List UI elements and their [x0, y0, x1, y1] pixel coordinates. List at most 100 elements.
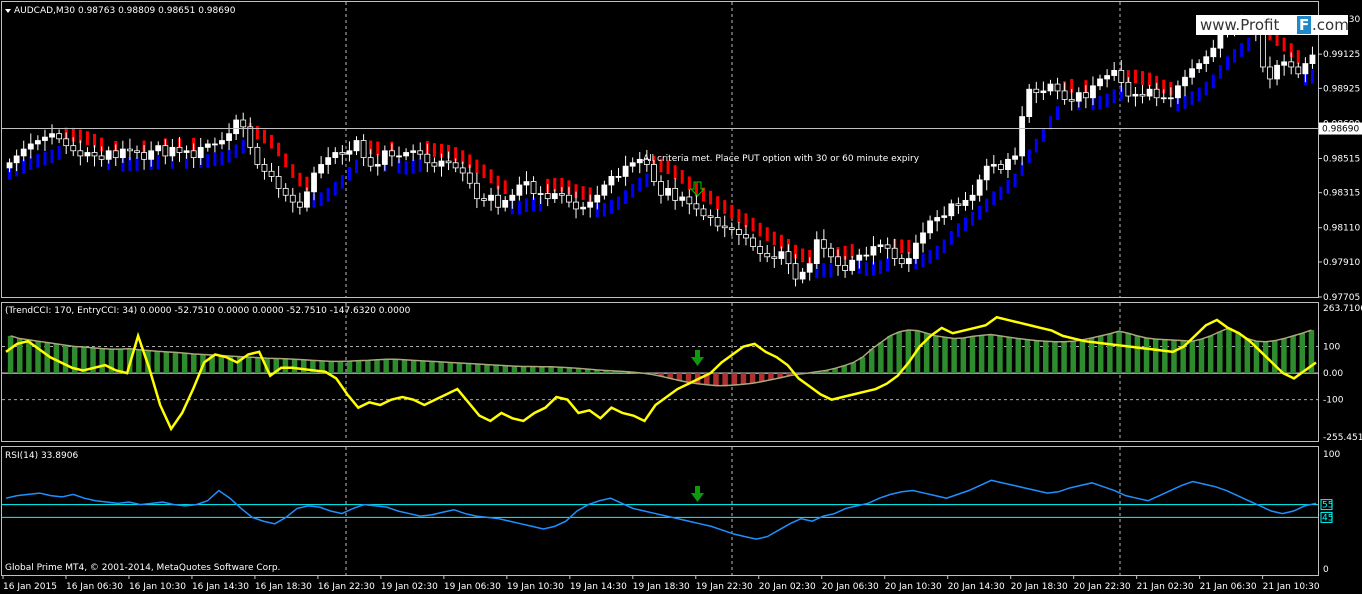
trend-band-bar — [709, 190, 713, 205]
candle-body — [289, 194, 296, 203]
trend-band-bar — [291, 164, 295, 178]
candle-body — [1302, 63, 1309, 75]
candle-body — [233, 119, 240, 135]
trend-band-bar — [22, 159, 26, 174]
candle-body — [820, 239, 827, 249]
trend-band-bar — [886, 257, 890, 272]
candle-body — [849, 259, 856, 271]
trend-band-bar — [43, 151, 47, 166]
candle-body — [339, 152, 346, 155]
candle-body — [240, 119, 247, 128]
candle-body — [558, 193, 565, 196]
trend-band-bar — [1006, 179, 1010, 194]
candle-body — [806, 263, 813, 273]
time-tick-label: 20 Jan 02:30 — [759, 582, 816, 592]
candle-body — [27, 143, 34, 150]
candle-body — [13, 155, 20, 164]
last-price-label: 0.98690 — [1322, 125, 1359, 135]
candle-body — [70, 145, 77, 152]
candle-body — [211, 143, 218, 146]
candle-body — [268, 170, 275, 177]
candle-body — [254, 146, 261, 165]
candle-body — [1104, 75, 1111, 80]
trend-band-bar — [1310, 69, 1314, 84]
candle-body — [374, 164, 381, 167]
candle-body — [651, 164, 657, 182]
trend-band-bar — [489, 169, 493, 184]
candle-body — [573, 201, 579, 210]
symbol-header: AUDCAD,M30 0.98763 0.98809 0.98651 0.986… — [14, 6, 236, 16]
candle-body — [990, 164, 997, 167]
trend-band-bar — [270, 134, 274, 149]
trend-band-bar — [1218, 65, 1222, 79]
time-tick-label: 20 Jan 10:30 — [885, 582, 942, 592]
trend-band-bar — [234, 144, 238, 159]
cci-tick-label: -255.4512 — [1323, 433, 1362, 443]
candle-body — [1118, 70, 1125, 83]
trend-band-bar — [928, 249, 932, 264]
trade-annotation: All criteria met. Place PUT option with … — [643, 154, 920, 164]
candle-body — [856, 254, 863, 261]
candle-body — [77, 150, 84, 157]
price-tick-label: 0.97705 — [1323, 293, 1360, 303]
candle-body — [1061, 90, 1068, 100]
candle-body — [863, 254, 870, 257]
candle-body — [1259, 32, 1266, 68]
time-tick-label: 19 Jan 06:30 — [444, 582, 501, 592]
candle-body — [799, 271, 806, 280]
candle-body — [948, 203, 955, 217]
candle-body — [134, 150, 140, 153]
time-tick-label: 21 Jan 10:30 — [1263, 582, 1320, 592]
candle-body — [1182, 76, 1188, 87]
candle-body — [835, 256, 841, 266]
trend-band-bar — [475, 159, 479, 174]
candle-body — [176, 146, 183, 153]
candle-body — [1274, 64, 1280, 80]
candle-body — [927, 220, 933, 234]
trend-band-bar — [1112, 89, 1116, 104]
candle-body — [757, 246, 764, 254]
candle-body — [183, 150, 190, 153]
trend-band-bar — [156, 155, 160, 170]
trend-band-bar — [340, 174, 344, 189]
time-tick-label: 19 Jan 14:30 — [570, 582, 627, 592]
trend-band-bar — [50, 149, 54, 164]
candle-body — [877, 244, 884, 247]
trend-band-bar — [1197, 87, 1201, 102]
candle-body — [1203, 56, 1210, 64]
time-tick-label: 20 Jan 14:30 — [948, 582, 1005, 592]
trend-band-bar — [1056, 106, 1060, 120]
candle-body — [112, 150, 119, 159]
candle-body — [686, 196, 693, 205]
candle-body — [247, 126, 254, 148]
candle-body — [842, 264, 849, 271]
time-tick-label: 19 Jan 02:30 — [381, 582, 438, 592]
watermark-prefix: www.Profit — [1200, 16, 1279, 34]
trend-band-bar — [956, 223, 960, 238]
candle-body — [226, 133, 232, 141]
trend-band-bar — [333, 181, 337, 196]
candle-body — [778, 251, 785, 259]
candle-body — [884, 244, 891, 249]
candle-body — [389, 150, 395, 157]
trend-band-bar — [680, 170, 684, 184]
cci-tick-label: 263.7106 — [1323, 304, 1362, 314]
trend-band-bar — [687, 176, 691, 191]
time-tick-label: 19 Jan 10:30 — [507, 582, 564, 592]
candle-body — [976, 179, 983, 196]
price-tick-label: 0.97910 — [1323, 258, 1360, 268]
candle-body — [1309, 54, 1316, 64]
candle-body — [1111, 70, 1118, 76]
candle-body — [962, 199, 969, 206]
candle-body — [750, 237, 756, 247]
trend-band-bar — [432, 143, 436, 157]
candle-body — [1139, 93, 1146, 97]
candle-body — [311, 172, 317, 193]
trend-band-bar — [907, 239, 911, 254]
candle-body — [1047, 83, 1054, 92]
watermark-badge: F — [1299, 16, 1309, 34]
trend-band-bar — [1240, 43, 1244, 57]
candle-body — [1175, 85, 1181, 99]
price-tick-label: 0.98515 — [1323, 154, 1360, 164]
candle-body — [91, 152, 98, 157]
